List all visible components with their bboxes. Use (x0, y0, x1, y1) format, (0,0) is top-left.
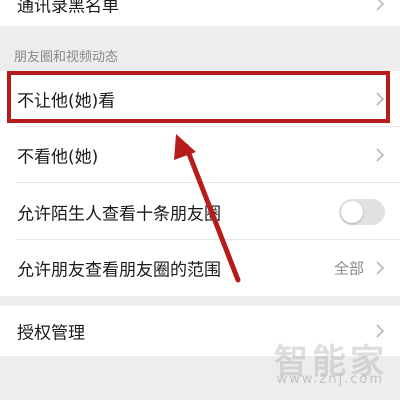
auth-management-label: 授权管理 (17, 323, 85, 344)
hide-their-moments-row[interactable]: 不看他(她) (0, 127, 400, 183)
moments-range-label: 允许朋友查看朋友圈的范围 (17, 260, 221, 281)
chevron-right-icon (376, 148, 384, 162)
blacklist-label: 通讯录黑名单 (17, 0, 119, 17)
moments-range-value: 全部 (333, 259, 364, 278)
blacklist-row[interactable]: 通讯录黑名单 (0, 0, 400, 26)
highlight-box (7, 71, 390, 123)
chevron-right-icon (376, 0, 384, 11)
moments-range-row[interactable]: 允许朋友查看朋友圈的范围 全部 (0, 240, 400, 296)
chevron-right-icon (376, 261, 384, 275)
toggle-knob (341, 200, 363, 223)
stranger-view-label: 允许陌生人查看十条朋友圈 (17, 204, 221, 224)
stranger-view-toggle[interactable] (339, 198, 385, 225)
stranger-view-row: 允许陌生人查看十条朋友圈 (0, 183, 400, 240)
watermark-url: www.znj.com (276, 372, 384, 387)
section-title: 朋友圈和视频动态 (14, 50, 119, 65)
hide-their-moments-label: 不看他(她) (17, 147, 99, 168)
